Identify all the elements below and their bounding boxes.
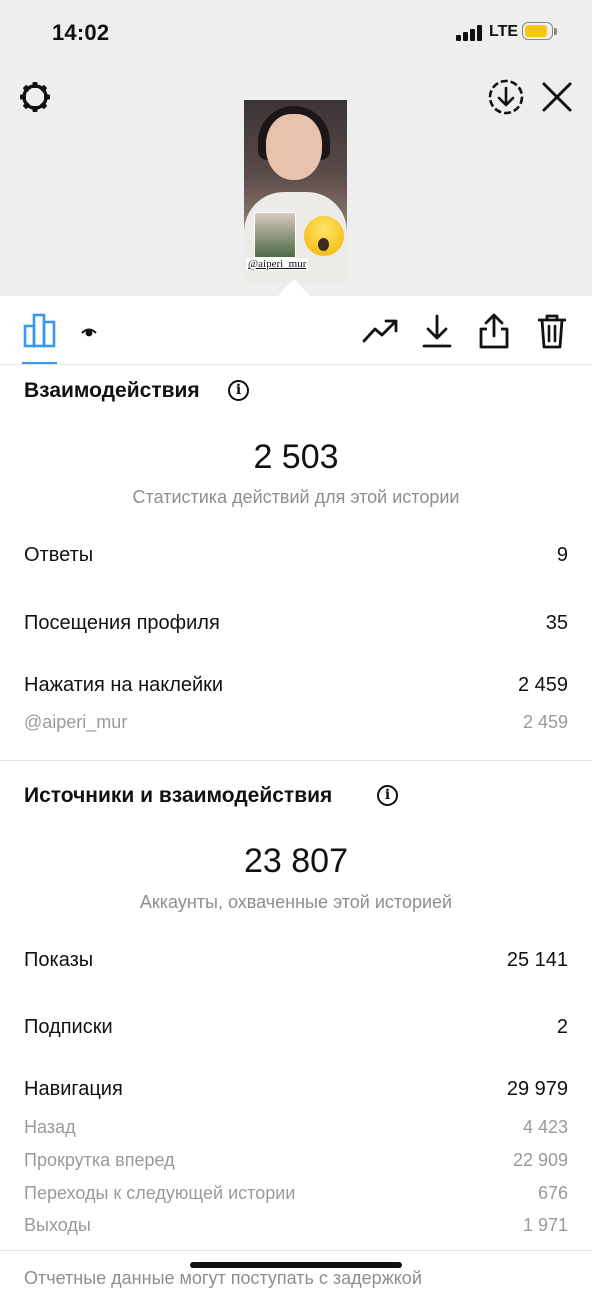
network-type: LTE (489, 23, 519, 40)
sticker-row-mention: @aiperi_mur 2 459 (24, 712, 568, 733)
download-circle-icon[interactable] (487, 78, 525, 116)
active-tab-indicator (22, 362, 57, 364)
story-thumbnail[interactable]: @aiperi_mur (244, 100, 347, 282)
navigation-row-next-story: Переходы к следующей истории 676 (24, 1183, 568, 1204)
row-label: Выходы (24, 1215, 91, 1235)
section-divider (0, 1250, 592, 1251)
interactions-total: 2 503 (253, 438, 339, 476)
row-value: 29 979 (506, 1078, 568, 1100)
interactions-caption: Статистика действий для этой истории (132, 487, 460, 507)
row-value: 1 971 (522, 1215, 568, 1235)
interaction-row-sticker-taps: Нажатия на наклейки 2 459 (24, 674, 568, 697)
row-label: Ответы (24, 544, 94, 566)
navigation-row-forward: Прокрутка вперед 22 909 (24, 1150, 568, 1171)
discovery-info-icon[interactable]: i (377, 785, 398, 806)
row-label: Навигация (24, 1078, 123, 1100)
row-label: Подписки (24, 1016, 113, 1038)
row-value: 676 (537, 1183, 568, 1203)
story-photo-sticker (254, 212, 296, 258)
navigation-row-exits: Выходы 1 971 (24, 1215, 568, 1236)
row-value: 9 (556, 544, 568, 566)
row-label: Прокрутка вперед (24, 1150, 175, 1170)
status-time: 14:02 (52, 20, 110, 45)
discovery-title: Источники и взаимодействия (24, 784, 333, 807)
signal-icon (456, 25, 486, 41)
status-bar: 14:02 LTE (0, 0, 592, 64)
row-label: Показы (24, 949, 94, 971)
section-divider (0, 760, 592, 761)
row-value: 35 (545, 612, 568, 634)
eye-icon[interactable] (80, 325, 98, 339)
row-label: Назад (24, 1117, 76, 1137)
home-indicator[interactable] (190, 1262, 402, 1268)
trending-up-icon[interactable] (362, 316, 398, 346)
row-label: @aiperi_mur (24, 712, 128, 732)
download-icon[interactable] (421, 313, 453, 349)
discovery-row-follows: Подписки 2 (24, 1016, 568, 1039)
interaction-row-replies: Ответы 9 (24, 544, 568, 567)
battery-icon (522, 22, 558, 42)
share-icon[interactable] (478, 312, 510, 350)
row-value: 2 459 (517, 674, 568, 696)
delay-footnote: Отчетные данные могут поступать с задерж… (24, 1268, 422, 1288)
row-value: 25 141 (506, 949, 568, 971)
bar-chart-icon[interactable] (22, 312, 58, 348)
gear-icon[interactable] (17, 79, 53, 115)
discovery-total: 23 807 (244, 842, 348, 880)
trash-icon[interactable] (535, 312, 569, 350)
row-value: 2 (556, 1016, 568, 1038)
navigation-row-back: Назад 4 423 (24, 1117, 568, 1138)
row-label: Переходы к следующей истории (24, 1183, 296, 1203)
row-label: Нажатия на наклейки (24, 674, 224, 696)
emoji-sticker (304, 216, 344, 256)
close-icon[interactable] (540, 80, 574, 114)
interaction-row-profile-visits: Посещения профиля 35 (24, 612, 568, 635)
row-value: 4 423 (522, 1117, 568, 1137)
discovery-caption: Аккаунты, охваченные этой историей (139, 892, 453, 912)
interactions-info-icon[interactable]: i (228, 380, 249, 401)
row-value: 2 459 (522, 712, 568, 732)
discovery-row-impressions: Показы 25 141 (24, 949, 568, 972)
row-label: Посещения профиля (24, 612, 220, 634)
discovery-row-navigation: Навигация 29 979 (24, 1078, 568, 1101)
mention-sticker: @aiperi_mur (246, 258, 309, 270)
interactions-title: Взаимодействия (24, 379, 200, 402)
row-value: 22 909 (512, 1150, 568, 1170)
